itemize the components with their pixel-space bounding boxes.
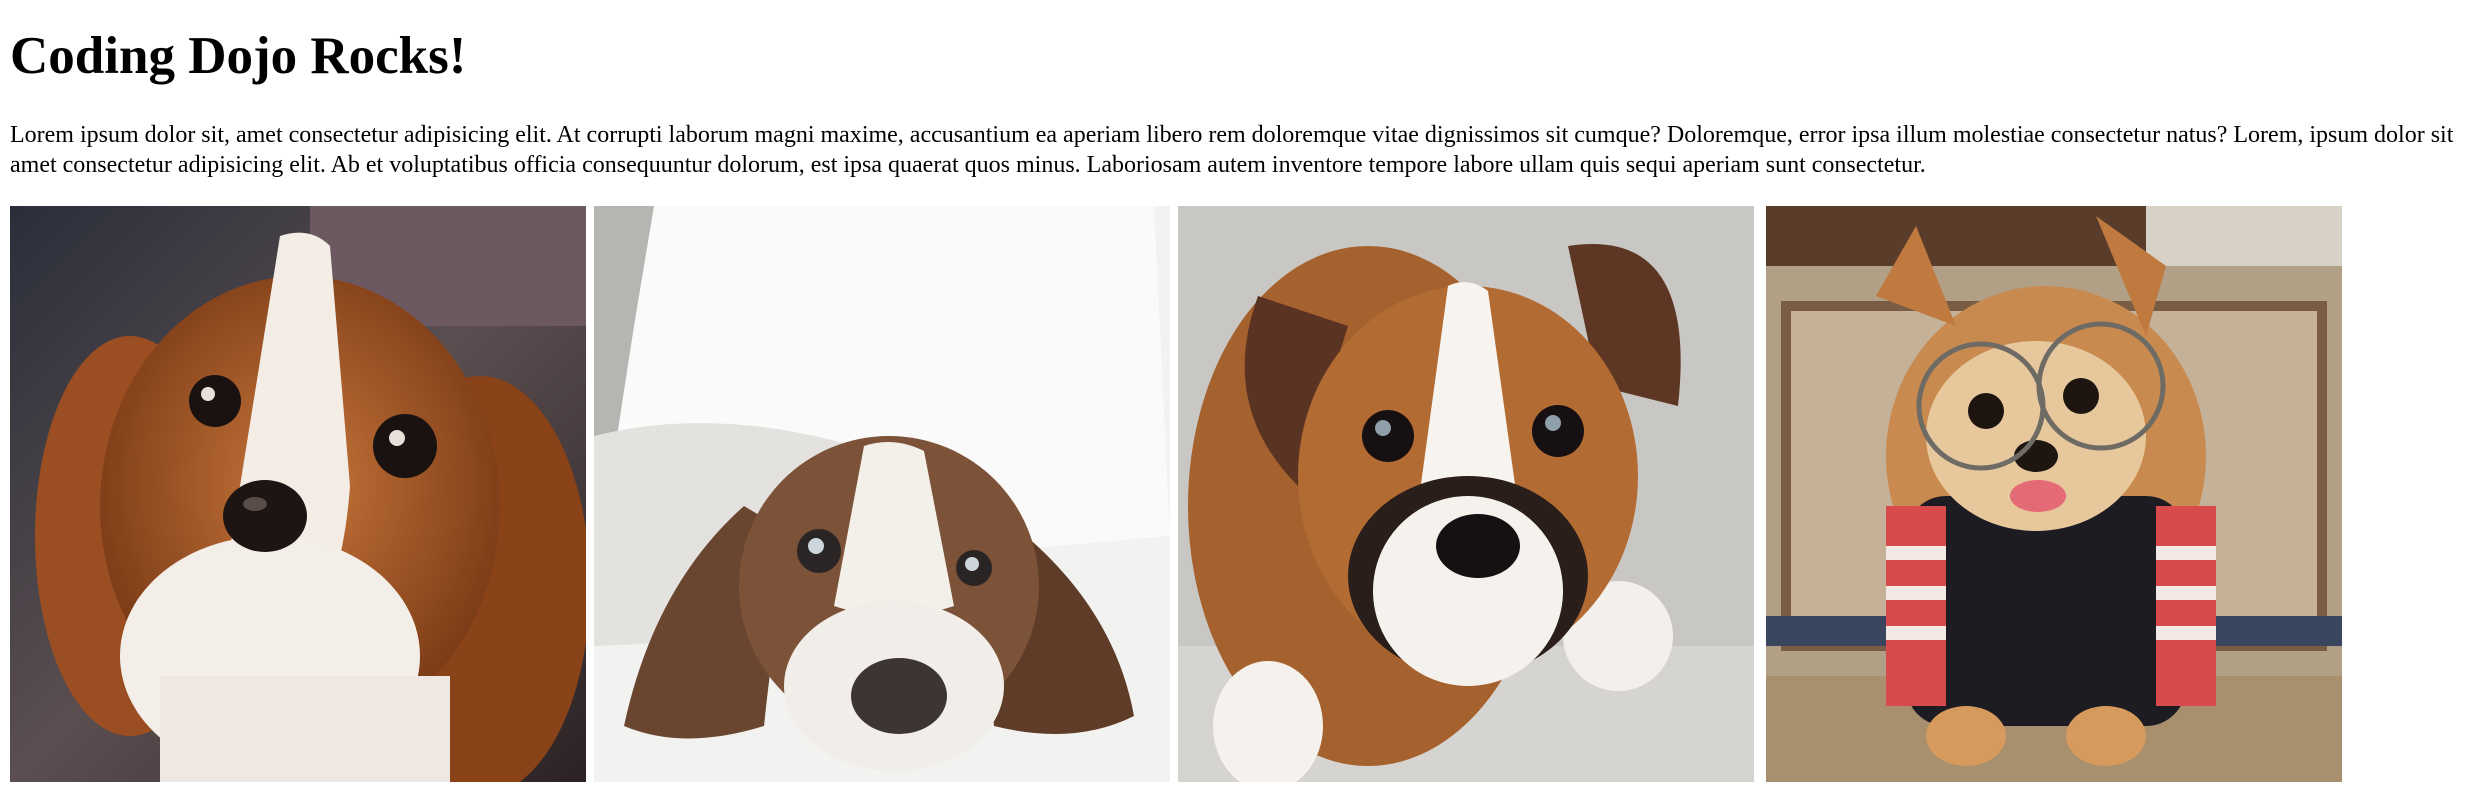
page-content: Coding Dojo Rocks! Lorem ipsum dolor sit… bbox=[10, 0, 2456, 782]
page-heading: Coding Dojo Rocks! bbox=[10, 27, 467, 85]
pomeranian-glasses-photo bbox=[1766, 206, 2342, 782]
photo-gallery bbox=[10, 206, 2350, 782]
intro-paragraph: Lorem ipsum dolor sit, amet consectetur … bbox=[10, 122, 2454, 178]
boxer-puppy-photo bbox=[1178, 206, 1754, 782]
cavalier-puppy-photo bbox=[10, 206, 586, 782]
basset-puppy-photo bbox=[594, 206, 1170, 782]
